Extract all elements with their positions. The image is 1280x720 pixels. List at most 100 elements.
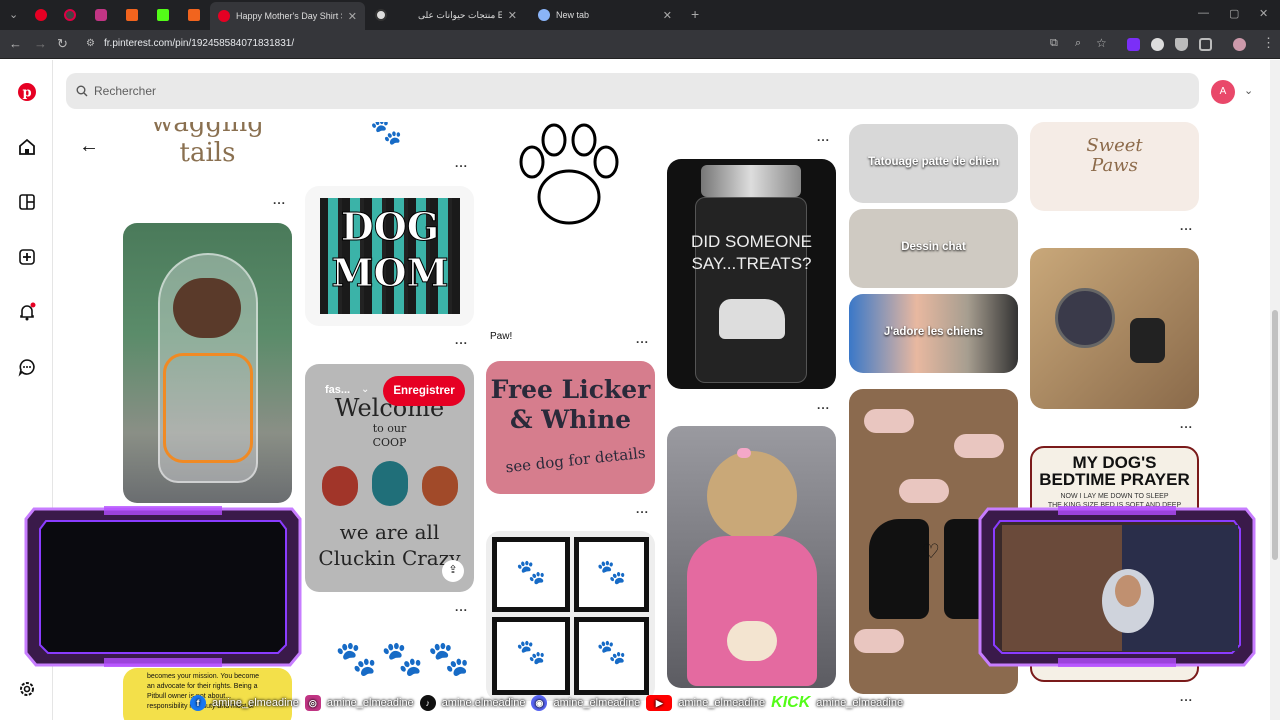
more-options-icon[interactable]: ...	[817, 130, 830, 144]
pin-chihuahua-raincoat[interactable]	[123, 223, 292, 503]
save-button[interactable]: Enregistrer	[383, 376, 465, 406]
tab-search-icon[interactable]: ⌄	[9, 8, 18, 21]
browser-toolbar: ← → ↻ ⚙ fr.pinterest.com/pin/19245858407…	[0, 30, 1280, 59]
search-input[interactable]: Rechercher	[94, 84, 156, 98]
close-icon[interactable]: ✕	[348, 10, 357, 23]
notifications-icon[interactable]	[17, 302, 37, 322]
pin-paw-row[interactable]: 🐾🐾🐾	[305, 631, 474, 701]
pin-text: MY DOG'S BEDTIME PRAYER	[1039, 453, 1190, 489]
board-selector[interactable]: fas...	[325, 384, 350, 396]
frame-paw-icon-3: 🐾	[492, 617, 570, 695]
kick-icon: KICK	[771, 694, 811, 711]
tab-new-tab[interactable]: New tab ✕	[530, 4, 680, 26]
cloud-shape	[864, 409, 914, 433]
more-options-icon[interactable]: ...	[1180, 417, 1193, 431]
zoom-icon[interactable]: ⌕	[1075, 37, 1081, 50]
stream-social-bar: f amine_elmeadine ◎ amine_elmeadine ♪ am…	[190, 693, 1070, 713]
webcam-frame-right	[978, 506, 1256, 667]
more-options-icon[interactable]: ...	[455, 333, 468, 347]
pinterest-logo-icon[interactable]: p	[17, 82, 37, 102]
forward-arrow-icon[interactable]: →	[34, 37, 47, 51]
close-icon[interactable]: ✕	[663, 9, 672, 22]
more-options-icon[interactable]: ...	[1180, 690, 1193, 704]
pin-sweet-paws[interactable]: Sweet Paws	[1030, 122, 1199, 211]
pin-caption[interactable]: Paw!	[490, 331, 512, 342]
more-options-icon[interactable]: ...	[455, 156, 468, 170]
pin-free-licker[interactable]: Free Licker & Whine see dog for details	[486, 361, 655, 494]
dog-charm-shape	[1130, 318, 1165, 363]
share-icon[interactable]: ⇪	[442, 560, 464, 582]
search-bar[interactable]: Rechercher	[66, 73, 1199, 109]
close-icon[interactable]: ✕	[508, 9, 517, 22]
raincoat-trim	[163, 353, 253, 463]
pin-welcome-coop[interactable]: Welcome to our COOP we are all Cluckin C…	[305, 364, 474, 592]
menu-kebab-icon[interactable]: ⋮	[1262, 36, 1275, 50]
avatar[interactable]: A	[1211, 80, 1235, 104]
cloud-shape	[899, 479, 949, 503]
pin-dog-mom[interactable]: DOG MOM	[305, 186, 474, 326]
chevron-down-icon[interactable]: ⌄	[361, 384, 369, 395]
pin-tatouage[interactable]: Tatouage patte de chien	[849, 124, 1018, 203]
tab-etsy-animals[interactable]: منتجات حيوانات على Etsy ✕	[410, 4, 525, 26]
tab-label: New tab	[556, 10, 590, 20]
messages-icon[interactable]	[17, 357, 37, 377]
pin-wagging-tails[interactable]: wagging tails	[123, 122, 292, 185]
tab-label: منتجات حيوانات على Etsy	[418, 9, 502, 20]
pin-paw-outline[interactable]	[486, 122, 655, 322]
extensions-puzzle-icon[interactable]	[1199, 38, 1212, 51]
tab-mothers-day[interactable]: Happy Mother's Day Shirt SVG ✕	[210, 2, 365, 30]
profile-avatar[interactable]	[1233, 38, 1246, 51]
new-tab-button[interactable]: +	[691, 6, 699, 22]
pin-overlay-label: Dessin chat	[901, 241, 966, 253]
shield-icon[interactable]	[1175, 38, 1188, 51]
facebook-icon: f	[190, 695, 206, 711]
youtube-icon: ▶	[646, 695, 673, 711]
chevron-down-icon[interactable]: ⌄	[1244, 84, 1253, 97]
instagram-tab-icon[interactable]	[95, 9, 107, 21]
more-options-icon[interactable]: ...	[817, 398, 830, 412]
app-tab-icon[interactable]	[64, 9, 76, 21]
extension-icon[interactable]	[1127, 38, 1140, 51]
more-options-icon[interactable]: ...	[273, 193, 286, 207]
pin-text: wagging tails	[151, 122, 264, 168]
paw-icon: 🐾	[370, 122, 403, 146]
install-app-icon[interactable]: ⧉	[1050, 37, 1058, 50]
back-arrow-icon[interactable]: ←	[79, 135, 99, 158]
tab-label: Happy Mother's Day Shirt SVG	[236, 11, 342, 21]
pin-jadore[interactable]: J'adore les chiens	[849, 294, 1018, 373]
pin-text: Free Licker & Whine	[490, 375, 651, 434]
site-info-icon[interactable]: ⚙	[86, 38, 95, 49]
minimize-icon[interactable]: —	[1198, 7, 1209, 19]
create-icon[interactable]	[17, 247, 37, 267]
more-options-icon[interactable]: ...	[1180, 219, 1193, 233]
dashboard-icon[interactable]	[17, 192, 37, 212]
settings-icon[interactable]	[17, 679, 37, 699]
pin-paw-top[interactable]: 🐾	[305, 122, 474, 150]
close-window-icon[interactable]: ✕	[1259, 7, 1268, 20]
pin-overlay-label: J'adore les chiens	[883, 326, 984, 338]
back-arrow-icon[interactable]: ←	[9, 37, 22, 51]
bookmark-star-icon[interactable]: ☆	[1096, 36, 1107, 50]
pin-treats-jar[interactable]: DID SOMEONE SAY...TREATS?	[667, 159, 836, 389]
discord-icon: ◉	[531, 695, 548, 711]
pin-paw-frames[interactable]: 🐾 🐾 🐾 🐾	[486, 531, 655, 701]
page-scrollbar[interactable]	[1270, 60, 1280, 720]
tab-generic-icon[interactable]	[375, 9, 387, 21]
pin-yorkie[interactable]	[667, 426, 836, 688]
more-options-icon[interactable]: ...	[636, 332, 649, 346]
pinterest-tab-icon[interactable]	[35, 9, 47, 21]
kick-tab-icon[interactable]	[157, 9, 169, 21]
reload-icon[interactable]: ↻	[57, 37, 68, 51]
scrollbar-thumb[interactable]	[1272, 310, 1278, 560]
address-bar[interactable]: ⚙ fr.pinterest.com/pin/19245858407183183…	[80, 34, 1120, 55]
pin-dessin-chat[interactable]: Dessin chat	[849, 209, 1018, 288]
home-icon[interactable]	[17, 137, 37, 157]
maximize-icon[interactable]: ▢	[1229, 7, 1239, 20]
more-options-icon[interactable]: ...	[636, 502, 649, 516]
jar-glass-shape	[695, 197, 807, 383]
more-options-icon[interactable]: ...	[455, 600, 468, 614]
etsy-tab-icon-2[interactable]	[188, 9, 200, 21]
extension-icon-2[interactable]	[1151, 38, 1164, 51]
pin-dog-necklace[interactable]	[1030, 248, 1199, 409]
etsy-tab-icon[interactable]	[126, 9, 138, 21]
